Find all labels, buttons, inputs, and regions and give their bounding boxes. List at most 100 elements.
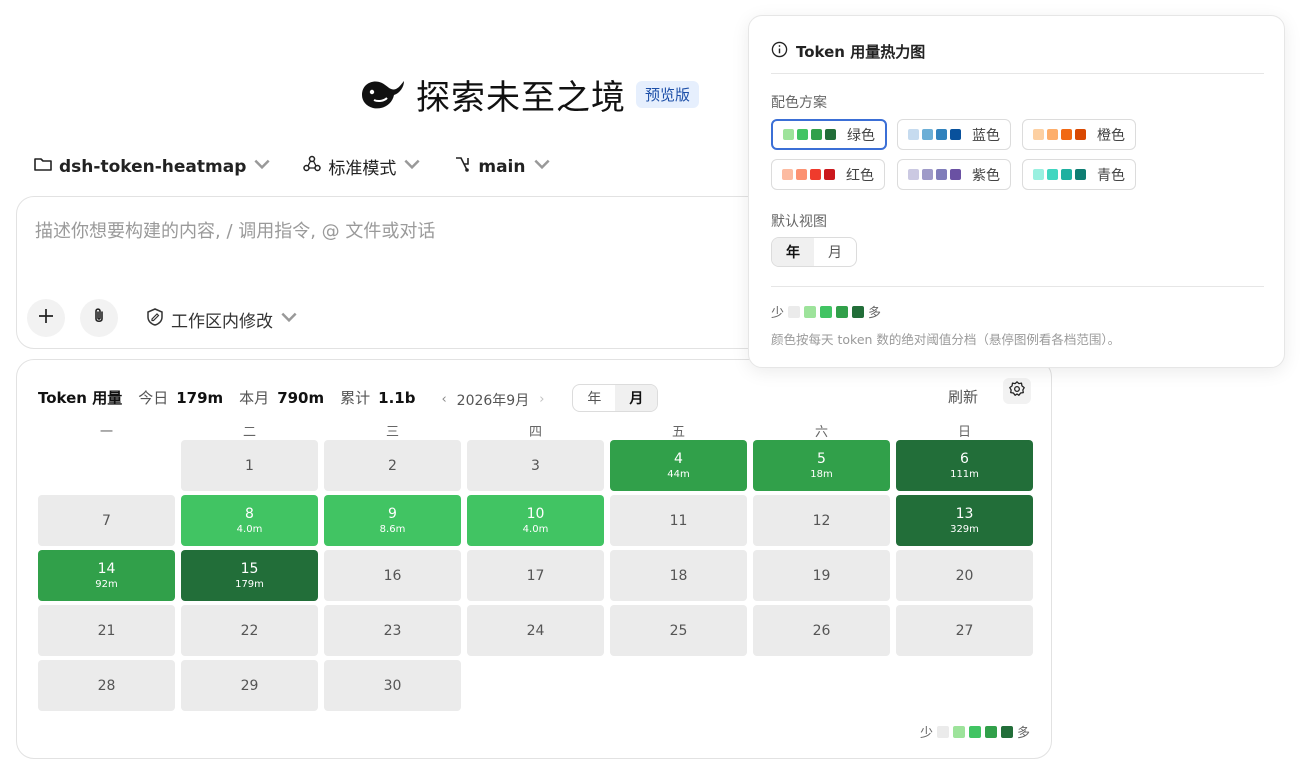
default-view-year[interactable]: 年 bbox=[772, 238, 814, 266]
color-swatch bbox=[810, 169, 821, 180]
calendar-day-cell[interactable]: 25 bbox=[610, 605, 747, 656]
add-button[interactable] bbox=[27, 299, 65, 337]
calendar-day-cell[interactable]: 7 bbox=[38, 495, 175, 546]
calendar-day-cell[interactable]: 10 4.0m bbox=[467, 495, 604, 546]
day-number: 19 bbox=[812, 567, 831, 584]
color-swatch bbox=[811, 129, 822, 140]
calendar-day-cell[interactable]: 8 4.0m bbox=[181, 495, 318, 546]
legend-level-0[interactable] bbox=[788, 305, 801, 318]
calendar-day-cell[interactable]: 14 92m bbox=[38, 550, 175, 601]
view-month-button[interactable]: 月 bbox=[615, 385, 658, 411]
shield-edit-icon bbox=[145, 307, 165, 332]
legend-less-label: 少 bbox=[771, 306, 785, 321]
mode-selector[interactable]: 标准模式 bbox=[302, 154, 422, 179]
legend-level-4[interactable] bbox=[852, 305, 865, 318]
day-number: 22 bbox=[240, 622, 259, 639]
color-scheme-option[interactable]: 紫色 bbox=[897, 159, 1011, 190]
context-toolbar: dsh-token-heatmap 标准模式 main bbox=[33, 154, 552, 179]
color-swatch bbox=[936, 169, 947, 180]
legend-level-1 bbox=[953, 725, 966, 738]
legend-less-label: 少 bbox=[920, 726, 934, 741]
calendar-day-cell[interactable]: 12 bbox=[753, 495, 890, 546]
calendar-day-cell[interactable]: 15 179m bbox=[181, 550, 318, 601]
calendar-day-cell[interactable]: 29 bbox=[181, 660, 318, 711]
legend-level-1[interactable] bbox=[804, 305, 817, 318]
calendar-day-cell[interactable]: 21 bbox=[38, 605, 175, 656]
day-number: 20 bbox=[955, 567, 974, 584]
calendar-day-cell[interactable]: 5 18m bbox=[753, 440, 890, 491]
view-toggle: 年 月 bbox=[572, 384, 659, 412]
day-number: 4 bbox=[674, 450, 683, 467]
calendar-day-cell[interactable]: 1 bbox=[181, 440, 318, 491]
weekday-label: 五 bbox=[671, 425, 685, 440]
calendar-day-cell[interactable]: 13 329m bbox=[896, 495, 1033, 546]
next-month-button[interactable]: › bbox=[539, 392, 544, 407]
chevron-down-icon bbox=[252, 154, 272, 179]
repo-selector[interactable]: dsh-token-heatmap bbox=[33, 154, 272, 179]
mode-label: 标准模式 bbox=[328, 159, 397, 179]
stat-month-label: 本月 bbox=[239, 389, 270, 407]
calendar-day-cell[interactable]: 19 bbox=[753, 550, 890, 601]
calendar-day-cell[interactable]: 17 bbox=[467, 550, 604, 601]
calendar-day-cell[interactable]: 2 bbox=[324, 440, 461, 491]
calendar-day-cell[interactable]: 20 bbox=[896, 550, 1033, 601]
legend-level-2[interactable] bbox=[820, 305, 833, 318]
color-scheme-option[interactable]: 橙色 bbox=[1022, 119, 1136, 150]
legend-level-4 bbox=[1001, 725, 1014, 738]
prompt-placeholder[interactable]: 描述你想要构建的内容, / 调用指令, @ 文件或对话 bbox=[35, 217, 435, 243]
scheme-label: 配色方案 bbox=[771, 95, 827, 111]
threshold-note: 颜色按每天 token 数的绝对阈值分档（悬停图例看各档范围）。 bbox=[771, 332, 1121, 347]
settings-button[interactable] bbox=[1003, 378, 1031, 404]
legend-level-3[interactable] bbox=[836, 305, 849, 318]
legend-level-3 bbox=[985, 725, 998, 738]
calendar-day-cell[interactable]: 16 bbox=[324, 550, 461, 601]
calendar-day-cell[interactable]: 11 bbox=[610, 495, 747, 546]
day-number: 25 bbox=[669, 622, 688, 639]
calendar-day-cell[interactable]: 4 44m bbox=[610, 440, 747, 491]
calendar-day-cell[interactable]: 23 bbox=[324, 605, 461, 656]
calendar-day-cell[interactable]: 30 bbox=[324, 660, 461, 711]
weekday-label: 四 bbox=[528, 425, 542, 440]
page: 探索未至之境 预览版 dsh-token-heatmap 标准模式 main 描… bbox=[0, 0, 1300, 760]
day-number: 11 bbox=[669, 512, 688, 529]
legend-more-label: 多 bbox=[868, 306, 882, 321]
calendar-day-cell[interactable]: 3 bbox=[467, 440, 604, 491]
attach-button[interactable] bbox=[80, 299, 118, 337]
view-year-button[interactable]: 年 bbox=[573, 385, 615, 411]
day-number: 23 bbox=[383, 622, 402, 639]
calendar-day-cell[interactable]: 26 bbox=[753, 605, 890, 656]
calendar-day-cell[interactable]: 6 111m bbox=[896, 440, 1033, 491]
day-token-value: 18m bbox=[810, 468, 833, 480]
calendar-day-cell[interactable]: 22 bbox=[181, 605, 318, 656]
day-token-value: 111m bbox=[950, 468, 979, 480]
color-swatch bbox=[1075, 169, 1086, 180]
calendar-day-cell[interactable]: 18 bbox=[610, 550, 747, 601]
calendar-day-cell[interactable]: 9 8.6m bbox=[324, 495, 461, 546]
popover-title: Token 用量热力图 bbox=[796, 43, 926, 61]
color-scheme-option[interactable]: 青色 bbox=[1022, 159, 1136, 190]
branch-selector[interactable]: main bbox=[452, 154, 551, 179]
weekday-label: 二 bbox=[242, 425, 256, 440]
month-label: 2026年9月 bbox=[456, 392, 530, 409]
workspace-edit-selector[interactable]: 工作区内修改 bbox=[145, 307, 299, 332]
calendar-day-cell[interactable]: 24 bbox=[467, 605, 604, 656]
day-token-value: 179m bbox=[235, 578, 264, 590]
calendar-day-cell[interactable]: 28 bbox=[38, 660, 175, 711]
color-scheme-name: 橙色 bbox=[1097, 127, 1125, 144]
color-swatch bbox=[796, 169, 807, 180]
git-branch-icon bbox=[452, 154, 472, 179]
color-scheme-option[interactable]: 红色 bbox=[771, 159, 885, 190]
weekday-header: 一二三四五六日 bbox=[38, 421, 1032, 440]
color-swatch bbox=[1075, 129, 1086, 140]
refresh-button[interactable]: 刷新 bbox=[948, 386, 978, 407]
calendar-day-cell[interactable]: 27 bbox=[896, 605, 1033, 656]
legend-level-0 bbox=[937, 725, 950, 738]
card-title: Token 用量 bbox=[38, 389, 123, 407]
stat-today-value: 179m bbox=[176, 389, 224, 407]
default-view-month[interactable]: 月 bbox=[814, 238, 856, 266]
color-scheme-option[interactable]: 蓝色 bbox=[897, 119, 1011, 150]
day-number: 15 bbox=[240, 560, 259, 577]
color-scheme-option[interactable]: 绿色 bbox=[771, 119, 887, 150]
color-swatch bbox=[1047, 129, 1058, 140]
prev-month-button[interactable]: ‹ bbox=[441, 392, 446, 407]
